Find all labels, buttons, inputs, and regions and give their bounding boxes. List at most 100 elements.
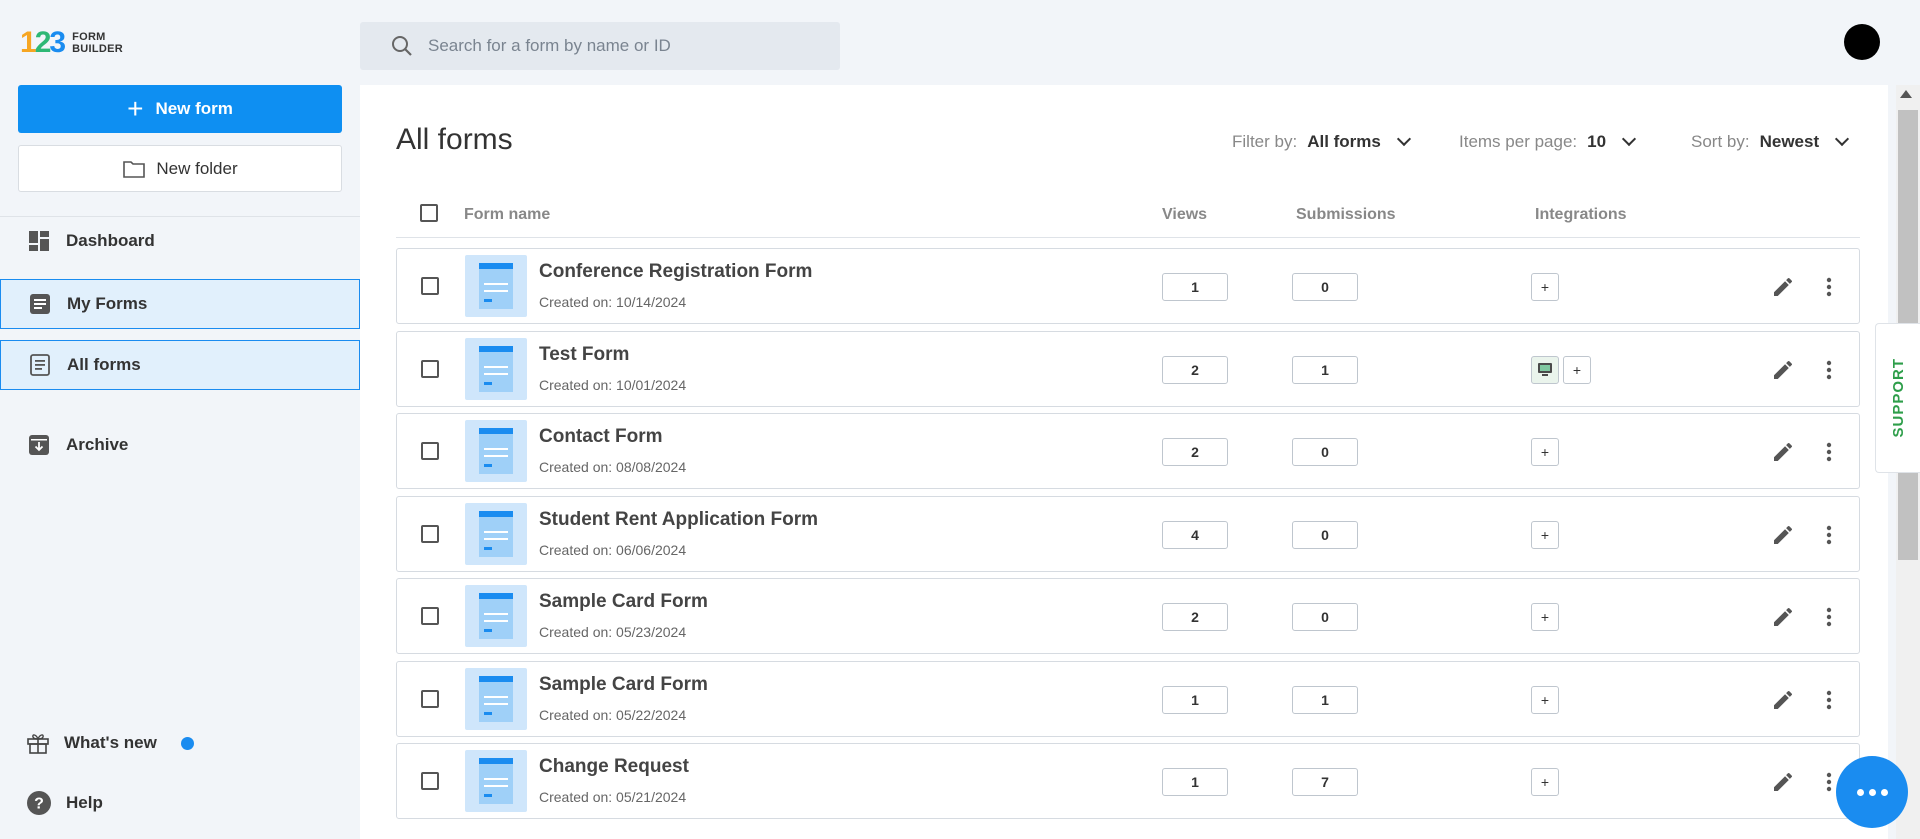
- views-count: 1: [1162, 685, 1228, 714]
- submissions-count[interactable]: 0: [1292, 438, 1358, 466]
- add-integration-button[interactable]: +: [1531, 273, 1559, 301]
- table-header: Form name Views Submissions Integrations: [396, 188, 1860, 238]
- chevron-down-icon: [1835, 131, 1850, 147]
- add-integration-button[interactable]: +: [1531, 768, 1559, 796]
- add-integration-button[interactable]: +: [1531, 438, 1559, 466]
- submissions-count[interactable]: 1: [1292, 355, 1358, 384]
- edit-icon[interactable]: [1771, 770, 1795, 794]
- form-name[interactable]: Conference Registration Form: [539, 261, 812, 283]
- column-form-name[interactable]: Form name: [464, 206, 550, 224]
- edit-icon[interactable]: [1771, 275, 1795, 299]
- avatar[interactable]: [1844, 24, 1880, 60]
- plus-icon: +: [127, 93, 144, 124]
- views-count: 1: [1162, 273, 1228, 301]
- new-folder-button[interactable]: New folder: [18, 145, 342, 192]
- form-name[interactable]: Change Request: [539, 756, 689, 778]
- sidebar-item-all-forms[interactable]: All forms: [0, 340, 360, 390]
- sidebar-item-dashboard[interactable]: Dashboard: [0, 216, 360, 266]
- edit-icon[interactable]: [1771, 605, 1795, 629]
- sidebar: 123 FORM BUILDER + New form New folder D…: [0, 0, 360, 839]
- archive-icon: [28, 434, 50, 456]
- column-views[interactable]: Views: [1162, 206, 1207, 224]
- form-thumbnail-icon[interactable]: [465, 255, 527, 317]
- add-integration-button[interactable]: +: [1563, 355, 1591, 384]
- row-checkbox[interactable]: [421, 689, 439, 708]
- views-count: 2: [1162, 438, 1228, 466]
- submissions-count[interactable]: 0: [1292, 520, 1358, 549]
- whats-new-button[interactable]: What's new: [0, 723, 360, 763]
- form-name[interactable]: Contact Form: [539, 426, 663, 448]
- row-checkbox[interactable]: [421, 607, 439, 625]
- logo-number: 123: [20, 26, 66, 59]
- sidebar-item-archive[interactable]: Archive: [0, 420, 360, 470]
- edit-icon[interactable]: [1771, 688, 1795, 712]
- row-checkbox[interactable]: [421, 442, 439, 460]
- table-row[interactable]: Test Form Created on: 10/01/2024 2 1 +: [396, 330, 1860, 407]
- chevron-down-icon: [1396, 131, 1411, 147]
- submissions-count[interactable]: 0: [1292, 603, 1358, 631]
- table-row[interactable]: Conference Registration Form Created on:…: [396, 248, 1860, 324]
- form-thumbnail-icon[interactable]: [465, 585, 527, 647]
- views-count: 1: [1162, 768, 1228, 796]
- table-row[interactable]: Student Rent Application Form Created on…: [396, 495, 1860, 572]
- more-options-icon[interactable]: [1817, 358, 1841, 382]
- form-name[interactable]: Sample Card Form: [539, 674, 708, 696]
- submissions-count[interactable]: 1: [1292, 685, 1358, 714]
- items-per-page-dropdown[interactable]: Items per page: 10: [1459, 131, 1637, 152]
- row-checkbox[interactable]: [421, 359, 439, 378]
- select-all-checkbox[interactable]: [420, 204, 438, 222]
- form-thumbnail-icon[interactable]: [465, 420, 527, 482]
- more-options-icon[interactable]: [1817, 440, 1841, 464]
- form-created-date: Created on: 08/08/2024: [539, 459, 687, 475]
- add-integration-button[interactable]: +: [1531, 603, 1559, 631]
- new-indicator-dot: [180, 736, 194, 750]
- table-row[interactable]: Contact Form Created on: 08/08/2024 2 0 …: [396, 413, 1860, 489]
- search-bar: [360, 22, 840, 70]
- forms-icon: [29, 293, 51, 315]
- more-options-icon[interactable]: [1817, 275, 1841, 299]
- app-logo[interactable]: 123 FORM BUILDER: [20, 26, 124, 59]
- edit-icon[interactable]: [1771, 440, 1795, 464]
- form-created-date: Created on: 10/01/2024: [539, 376, 687, 393]
- form-thumbnail-icon[interactable]: [465, 502, 527, 565]
- more-options-icon[interactable]: [1817, 605, 1841, 629]
- chevron-down-icon: [1621, 131, 1637, 147]
- edit-icon[interactable]: [1771, 523, 1795, 547]
- logo-text: FORM BUILDER: [72, 31, 124, 55]
- form-thumbnail-icon[interactable]: [465, 337, 527, 400]
- new-form-button[interactable]: + New form: [18, 85, 342, 133]
- help-icon: ?: [27, 791, 51, 815]
- row-checkbox[interactable]: [421, 524, 439, 543]
- form-thumbnail-icon[interactable]: [465, 750, 527, 812]
- add-integration-button[interactable]: +: [1531, 685, 1559, 714]
- scroll-up-arrow[interactable]: [1900, 90, 1912, 98]
- more-options-icon[interactable]: [1817, 688, 1841, 712]
- add-integration-button[interactable]: +: [1531, 520, 1559, 549]
- help-button[interactable]: ? Help: [0, 783, 360, 823]
- row-checkbox[interactable]: [421, 772, 439, 790]
- form-thumbnail-icon[interactable]: [465, 667, 527, 730]
- form-name[interactable]: Sample Card Form: [539, 591, 708, 613]
- submissions-count[interactable]: 0: [1292, 273, 1358, 301]
- submissions-count[interactable]: 7: [1292, 768, 1358, 796]
- integration-app-icon[interactable]: [1531, 355, 1559, 384]
- support-tab[interactable]: SUPPORT: [1875, 323, 1920, 473]
- chat-dot-icon: [1856, 788, 1864, 796]
- form-name[interactable]: Test Form: [539, 344, 629, 366]
- row-checkbox[interactable]: [421, 277, 439, 295]
- chat-button[interactable]: [1836, 756, 1908, 828]
- form-name[interactable]: Student Rent Application Form: [539, 509, 818, 531]
- svg-text:?: ?: [34, 796, 44, 813]
- table-row[interactable]: Change Request Created on: 05/21/2024 1 …: [396, 743, 1860, 819]
- filter-dropdown[interactable]: Filter by: All forms: [1232, 131, 1411, 152]
- table-row[interactable]: Sample Card Form Created on: 05/22/2024 …: [396, 660, 1860, 737]
- sidebar-item-my-forms[interactable]: My Forms: [0, 279, 360, 329]
- more-options-icon[interactable]: [1817, 523, 1841, 547]
- search-input[interactable]: [428, 36, 808, 56]
- table-row[interactable]: Sample Card Form Created on: 05/23/2024 …: [396, 578, 1860, 654]
- views-count: 2: [1162, 603, 1228, 631]
- column-submissions[interactable]: Submissions: [1296, 206, 1396, 224]
- sort-dropdown[interactable]: Sort by: Newest: [1691, 131, 1850, 152]
- dashboard-icon: [28, 230, 50, 252]
- edit-icon[interactable]: [1771, 358, 1795, 382]
